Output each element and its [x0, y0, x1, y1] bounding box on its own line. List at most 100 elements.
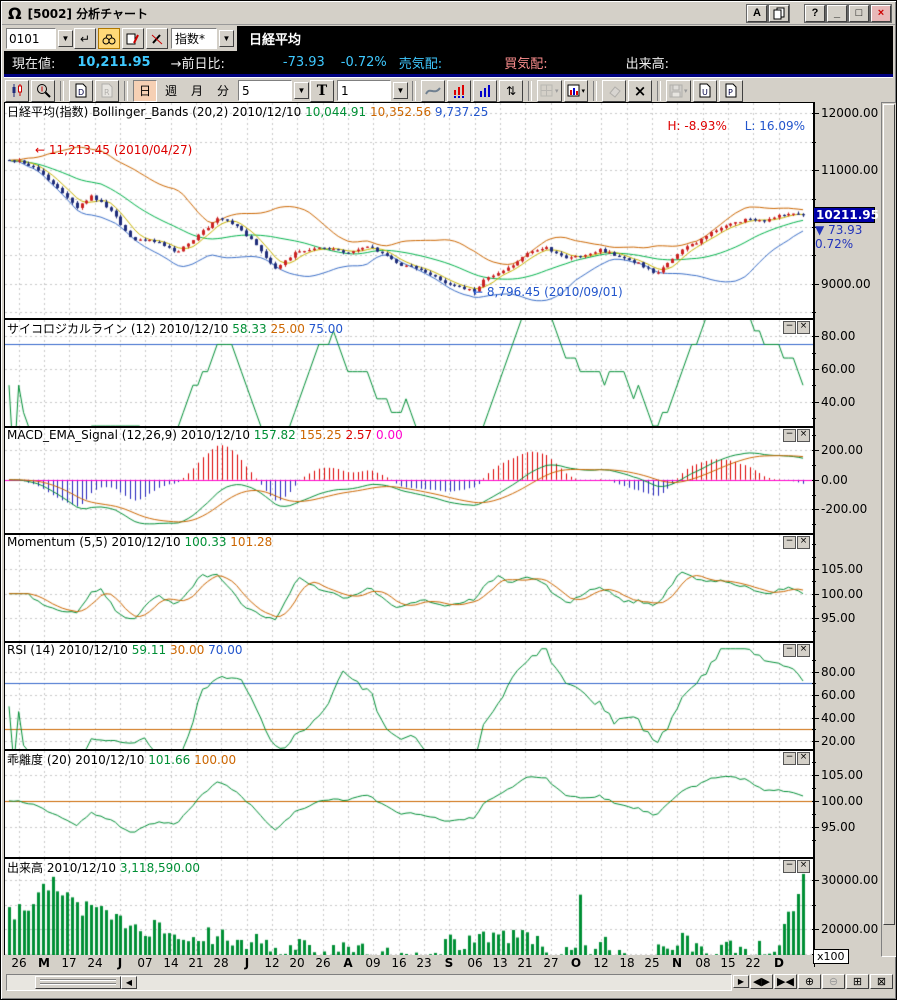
hscroll-thumb[interactable] — [35, 976, 121, 989]
count-dropdown-button[interactable]: ▼ — [393, 82, 408, 99]
hscroll-right-button[interactable]: ▶ — [733, 975, 749, 988]
close-chart-button[interactable]: ⊠ — [870, 974, 893, 989]
memo-edit-button[interactable] — [122, 28, 144, 49]
red-histogram-button[interactable] — [447, 80, 471, 102]
minimize-button[interactable]: _ — [827, 5, 847, 22]
font-button[interactable]: A — [747, 5, 767, 22]
symbol-input[interactable] — [7, 31, 55, 46]
axis-tick — [812, 775, 819, 776]
compress-bars-button[interactable]: ▶◀ — [774, 974, 797, 989]
period-monthly-button[interactable]: 月 — [185, 80, 209, 102]
page-p-button[interactable]: P — [719, 80, 743, 102]
axis-tick — [812, 801, 819, 802]
delete-button[interactable]: × — [628, 80, 652, 102]
quote-bar: 現在値: 10,211.95 →前日比: -73.93 -0.72% 売気配: … — [4, 51, 893, 73]
vscroll-thumb[interactable] — [883, 104, 895, 925]
axis-minor-tick — [812, 142, 816, 143]
page-d-button[interactable]: D — [69, 80, 93, 102]
x-axis-label: 14 — [163, 956, 178, 970]
vertical-scrollbar[interactable] — [881, 102, 897, 957]
help-button[interactable]: ? — [805, 5, 825, 22]
red-bars-icon — [452, 83, 467, 98]
price-chart-canvas[interactable] — [5, 103, 813, 318]
panel-close-button[interactable]: × — [797, 860, 810, 873]
panel-minimize-button[interactable]: − — [783, 536, 796, 549]
axis-label: 60.00 — [821, 688, 855, 702]
panel-close-button[interactable]: × — [797, 536, 810, 549]
x-axis-label: 28 — [213, 956, 228, 970]
category-dropdown-button[interactable]: ▼ — [219, 30, 234, 47]
x-axis-label: D — [774, 956, 784, 970]
axis-tick — [812, 718, 819, 719]
axis-minor-tick — [812, 660, 816, 661]
sort-updown-button[interactable]: ⇅ — [499, 80, 523, 102]
panel-close-button[interactable]: × — [797, 321, 810, 334]
page-u-button[interactable]: U — [693, 80, 717, 102]
psychological-line-panel: サイコロジカルライン (12) 2010/12/10 58.33 25.00 7… — [5, 320, 813, 428]
maximize-button[interactable]: □ — [849, 5, 869, 22]
axis-minor-tick — [812, 606, 816, 607]
period-daily-button[interactable]: 日 — [133, 80, 157, 102]
trend-tool-button[interactable]: T — [310, 80, 334, 102]
panel-close-button[interactable]: × — [797, 644, 810, 657]
count-select[interactable]: 1 — [337, 80, 391, 101]
panel-close-button[interactable]: × — [797, 429, 810, 442]
search-binoculars-button[interactable] — [98, 28, 120, 49]
multi-window-button[interactable]: ⊞ — [846, 974, 869, 989]
panel-minimize-button[interactable]: − — [783, 429, 796, 442]
hscroll-track[interactable]: ◀ — [6, 974, 732, 991]
panel-minimize-button[interactable]: − — [783, 860, 796, 873]
panel-minimize-button[interactable]: − — [783, 321, 796, 334]
candlestick-chart-button[interactable] — [5, 80, 29, 102]
svg-text:P: P — [728, 88, 733, 97]
momentum-chart-canvas[interactable] — [5, 535, 813, 641]
interval-dropdown-button[interactable]: ▼ — [294, 82, 309, 99]
interval-select[interactable]: 5 — [238, 80, 292, 101]
bollinger-ma-value: 10,044.91 — [305, 105, 366, 119]
panel-minimize-button[interactable]: − — [783, 644, 796, 657]
x-axis-label: 25 — [644, 956, 659, 970]
enter-button[interactable]: ↵ — [74, 28, 96, 49]
category-select[interactable]: 指数* — [171, 28, 217, 49]
draw-off-button[interactable] — [146, 28, 168, 49]
x-axis-label: 26 — [11, 956, 26, 970]
blue-histogram-button[interactable] — [473, 80, 497, 102]
axis-label: 105.00 — [821, 768, 863, 782]
panel-close-button[interactable]: × — [797, 752, 810, 765]
symbol-dropdown-button[interactable]: ▼ — [58, 30, 73, 47]
save-button[interactable]: ▾ — [666, 80, 691, 102]
x-axis-label: 21 — [517, 956, 532, 970]
axis-minor-tick — [812, 814, 816, 815]
period-minute-button[interactable]: 分 — [211, 80, 235, 102]
x-axis-label: 13 — [492, 956, 507, 970]
rsi-chart-canvas[interactable] — [5, 643, 813, 749]
panel-minimize-button[interactable]: − — [783, 752, 796, 765]
period-weekly-button[interactable]: 週 — [159, 80, 183, 102]
high-pct-label: H: -8.93% — [668, 119, 727, 133]
zoom-out-button[interactable]: ⊖ — [822, 974, 845, 989]
bollinger-lower-value: 9,737.25 — [435, 105, 488, 119]
hist-value: 2.57 — [345, 428, 372, 442]
svg-text:D: D — [78, 88, 84, 97]
close-button[interactable]: × — [871, 5, 891, 22]
line-draw-button[interactable] — [421, 80, 445, 102]
titlebar[interactable]: Ω [5002] 分析チャート A ? _ □ × — [2, 2, 895, 25]
page-r-button[interactable]: R — [95, 80, 119, 102]
panel-buttons: −× — [783, 860, 810, 873]
magnifier-icon — [36, 83, 51, 98]
macd-chart-canvas[interactable] — [5, 428, 813, 533]
axis-tick — [812, 113, 819, 114]
copy-window-button[interactable] — [769, 5, 789, 22]
zoom-in-button[interactable]: ⊕ — [798, 974, 821, 989]
axis-tick — [812, 480, 819, 481]
grid-layout-button[interactable]: ▾ — [537, 80, 562, 102]
panel-title: サイコロジカルライン (12) — [7, 322, 155, 336]
zoom-tool-button[interactable] — [31, 80, 55, 102]
eraser-button[interactable] — [602, 80, 626, 102]
chart-settings-button[interactable]: ▾ — [564, 80, 589, 102]
expand-bars-button[interactable]: ◀▶ — [750, 974, 773, 989]
symbol-toolbar: ▼ ↵ 指数* ▼ 日経平均 — [4, 26, 893, 51]
axis-label: -200.00 — [821, 502, 867, 516]
hscroll-left-button[interactable]: ◀ — [121, 976, 137, 989]
grid-icon — [540, 84, 554, 98]
